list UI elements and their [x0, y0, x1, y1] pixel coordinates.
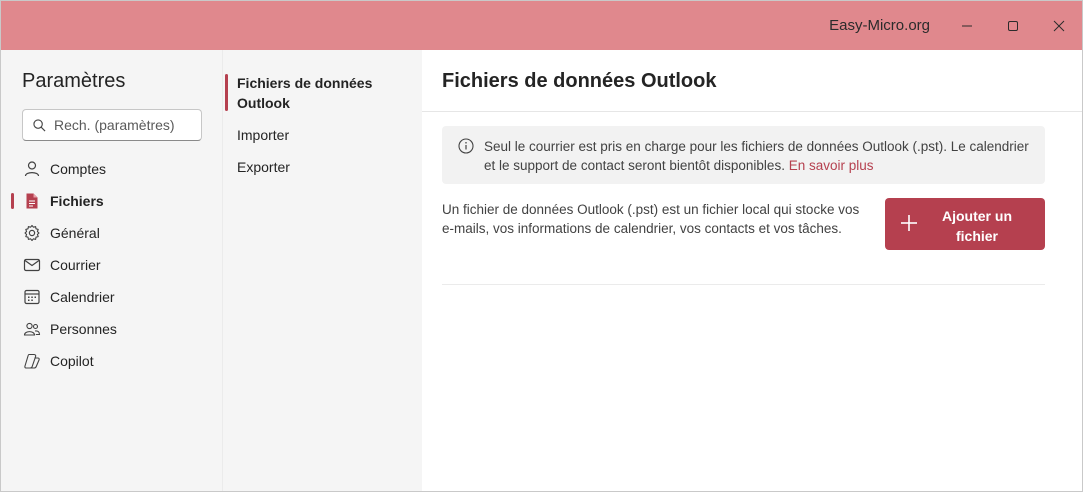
- gear-icon: [22, 223, 42, 243]
- window-title: Easy-Micro.org: [829, 17, 930, 34]
- subnav-item-outlook-data-files[interactable]: Fichiers de données Outlook: [237, 73, 372, 113]
- close-icon: [1053, 20, 1065, 31]
- person-icon: [22, 159, 42, 179]
- copilot-icon: [22, 351, 42, 371]
- settings-sidebar: Paramètres Comptes Fichiers: [1, 50, 222, 491]
- subnav-item-import[interactable]: Importer: [237, 125, 289, 145]
- search-icon: [33, 118, 46, 131]
- sidebar-nav: Comptes Fichiers Général Courrier Calend…: [1, 153, 222, 377]
- info-message-bar: Seul le courrier est pris en charge pour…: [442, 126, 1045, 184]
- sidebar-item-label: Calendrier: [50, 289, 115, 305]
- sidebar-item-general[interactable]: Général: [1, 217, 222, 249]
- sidebar-item-label: Courrier: [50, 257, 101, 273]
- sidebar-item-label: Général: [50, 225, 100, 241]
- sidebar-item-courrier[interactable]: Courrier: [1, 249, 222, 281]
- minimize-button[interactable]: [944, 1, 990, 50]
- learn-more-link[interactable]: En savoir plus: [789, 158, 874, 173]
- maximize-icon: [1008, 20, 1018, 31]
- sidebar-item-label: Comptes: [50, 161, 107, 177]
- subnav-item-label-line1: Fichiers de données: [237, 75, 373, 91]
- info-icon: [458, 138, 474, 154]
- sidebar-item-copilot[interactable]: Copilot: [1, 345, 222, 377]
- header-divider: [422, 111, 1082, 112]
- sidebar-item-calendrier[interactable]: Calendrier: [1, 281, 222, 313]
- settings-title: Paramètres: [22, 70, 126, 92]
- maximize-button[interactable]: [990, 1, 1036, 50]
- subnav-item-label-line2: Outlook: [237, 95, 290, 111]
- files-subnav: Fichiers de données Outlook Importer Exp…: [222, 50, 422, 491]
- minimize-icon: [962, 25, 972, 26]
- sidebar-item-label: Fichiers: [50, 193, 104, 209]
- pst-description: Un fichier de données Outlook (.pst) est…: [442, 202, 860, 236]
- add-file-button[interactable]: Ajouter un fichier: [885, 198, 1045, 250]
- document-icon: [22, 191, 42, 211]
- info-message-text: Seul le courrier est pris en charge pour…: [484, 137, 1029, 175]
- page-title: Fichiers de données Outlook: [442, 70, 717, 92]
- sidebar-item-fichiers[interactable]: Fichiers: [1, 185, 222, 217]
- settings-window: Easy-Micro.org Paramètres Comptes: [0, 0, 1083, 492]
- main-content: Fichiers de données Outlook Seul le cour…: [422, 50, 1082, 491]
- sidebar-item-comptes[interactable]: Comptes: [1, 153, 222, 185]
- calendar-icon: [22, 287, 42, 307]
- close-button[interactable]: [1036, 1, 1082, 50]
- settings-search-box[interactable]: [22, 109, 202, 141]
- people-icon: [22, 319, 42, 339]
- title-bar: Easy-Micro.org: [1, 1, 1082, 50]
- active-indicator: [11, 193, 14, 209]
- add-file-button-label: Ajouter un fichier: [942, 208, 1012, 244]
- content-divider: [442, 284, 1045, 285]
- subnav-item-export[interactable]: Exporter: [237, 157, 290, 177]
- sidebar-item-label: Copilot: [50, 353, 94, 369]
- subnav-active-indicator: [225, 74, 228, 111]
- info-message-body: Seul le courrier est pris en charge pour…: [484, 139, 1029, 173]
- sidebar-item-personnes[interactable]: Personnes: [1, 313, 222, 345]
- plus-icon: [901, 215, 917, 231]
- mail-icon: [22, 255, 42, 275]
- settings-search-input[interactable]: [54, 117, 194, 133]
- sidebar-item-label: Personnes: [50, 321, 117, 337]
